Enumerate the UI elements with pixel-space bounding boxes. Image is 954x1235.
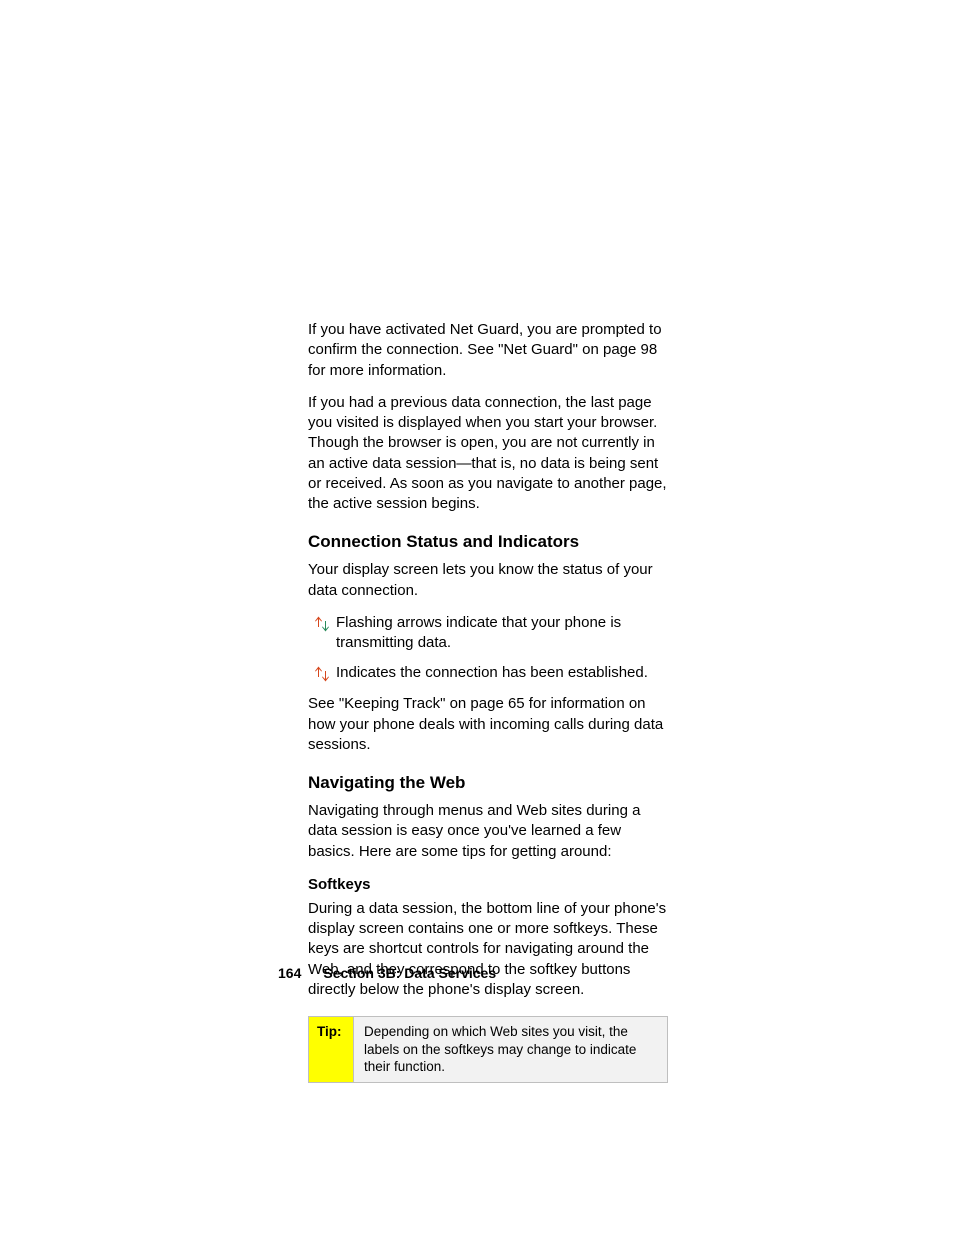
indicator-row-transmitting: Flashing arrows indicate that your phone… [308,613,668,654]
data-arrows-icon [312,664,332,684]
section-label: Section 3B: Data Services [323,965,496,981]
indicator-text-established: Indicates the connection has been establ… [336,663,668,683]
indicator-row-established: Indicates the connection has been establ… [308,663,668,684]
navigating-paragraph-1: Navigating through menus and Web sites d… [308,801,668,862]
heading-softkeys: Softkeys [308,876,668,893]
intro-paragraph-1: If you have activated Net Guard, you are… [308,320,668,381]
heading-navigating-web: Navigating the Web [308,773,668,793]
tip-label: Tip: [309,1017,354,1082]
heading-connection-status: Connection Status and Indicators [308,532,668,552]
connection-paragraph-1: Your display screen lets you know the st… [308,560,668,601]
softkeys-paragraph-1: During a data session, the bottom line o… [308,899,668,1000]
intro-paragraph-2: If you had a previous data connection, t… [308,393,668,515]
indicator-text-transmitting: Flashing arrows indicate that your phone… [336,613,668,654]
page-footer: 164 Section 3B: Data Services [278,965,496,981]
connection-paragraph-2: See "Keeping Track" on page 65 for infor… [308,694,668,755]
tip-body: Depending on which Web sites you visit, … [354,1017,667,1082]
data-arrows-icon [312,614,332,634]
tip-box: Tip: Depending on which Web sites you vi… [308,1016,668,1083]
page-number: 164 [278,965,301,981]
page: If you have activated Net Guard, you are… [0,0,954,1235]
